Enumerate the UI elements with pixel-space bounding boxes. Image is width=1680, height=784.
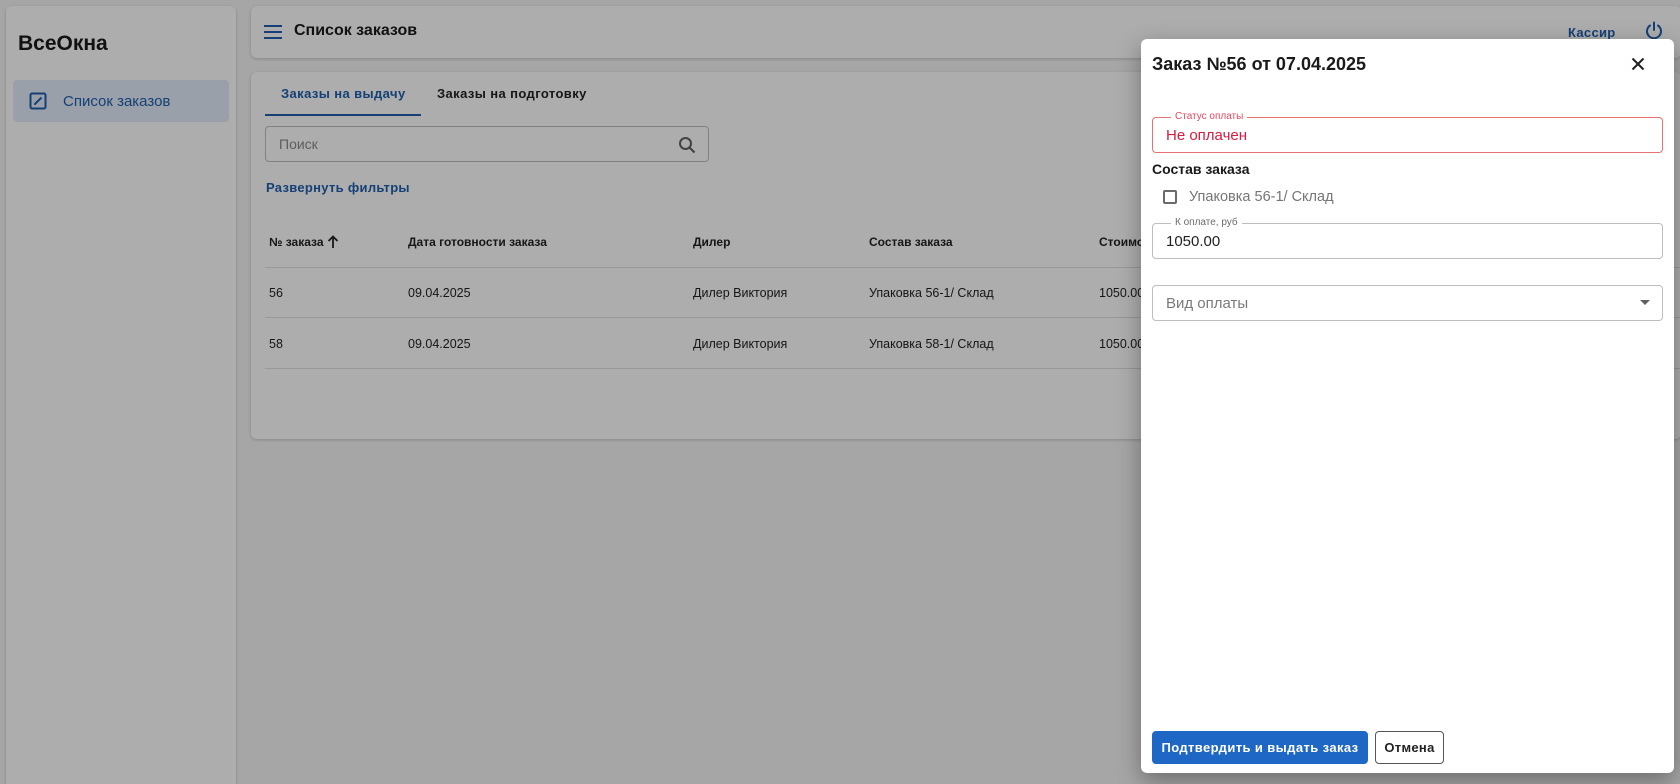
payment-type-select[interactable]: Вид оплаты: [1152, 285, 1663, 321]
cancel-button[interactable]: Отмена: [1375, 731, 1444, 764]
payment-status-label: Статус оплаты: [1171, 111, 1248, 122]
dialog-title: Заказ №56 от 07.04.2025: [1152, 54, 1367, 74]
amount-value: 1050.00: [1166, 233, 1221, 250]
composition-item-label: Упаковка 56-1/ Склад: [1189, 189, 1334, 205]
close-icon[interactable]: [1631, 57, 1645, 71]
payment-status-field[interactable]: Статус оплаты Не оплачен: [1152, 111, 1663, 153]
confirm-issue-button[interactable]: Подтвердить и выдать заказ: [1152, 731, 1368, 764]
chevron-down-icon: [1640, 300, 1650, 305]
payment-status-value: Не оплачен: [1166, 127, 1248, 144]
amount-label: К оплате, руб: [1171, 217, 1242, 228]
composition-title: Состав заказа: [1152, 161, 1250, 177]
order-dialog: Заказ №56 от 07.04.2025 Статус оплаты Не…: [1141, 39, 1674, 773]
composition-item[interactable]: Упаковка 56-1/ Склад: [1163, 189, 1334, 205]
payment-type-placeholder: Вид оплаты: [1166, 295, 1249, 312]
checkbox[interactable]: [1163, 190, 1177, 204]
amount-field[interactable]: К оплате, руб 1050.00: [1152, 217, 1663, 259]
